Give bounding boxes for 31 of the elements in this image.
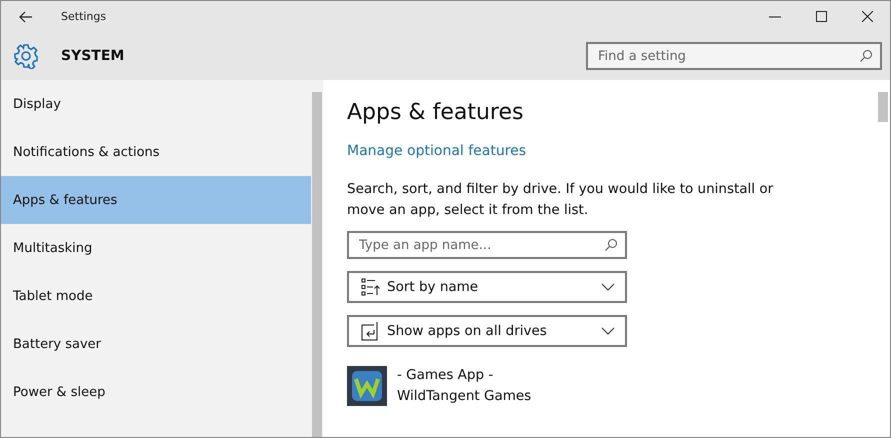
sidebar-item[interactable]: Tablet mode <box>1 272 311 320</box>
description-text: Search, sort, and filter by drive. If you would like to uninstall or move an app, select it from the list. <box>347 180 774 220</box>
manage-features-link[interactable]: Manage optional features <box>347 143 526 159</box>
close-icon <box>862 11 872 22</box>
chevron-down-icon <box>601 283 615 291</box>
sidebar-item[interactable]: Multitasking <box>1 224 311 272</box>
dropdown[interactable]: Show apps on all drives <box>347 315 627 347</box>
sidebar-item[interactable]: Apps & features <box>1 176 311 224</box>
settings-icon <box>13 43 39 69</box>
sidebar-item[interactable]: Display <box>1 80 311 128</box>
search-icon <box>604 238 618 252</box>
sidebar-item[interactable]: Power & sleep <box>1 368 311 416</box>
chevron-down-icon <box>601 327 615 335</box>
settings-search-field[interactable]: Find a setting <box>586 42 882 70</box>
scrollbar-thumb[interactable] <box>312 92 322 437</box>
app-search-field[interactable]: Type an app name... <box>347 231 627 259</box>
sidebar-item[interactable]: Battery saver <box>1 320 311 368</box>
scrollbar-thumb[interactable] <box>878 92 888 122</box>
app-publisher: WildTangent Games <box>397 387 532 406</box>
maximize-icon <box>816 11 826 22</box>
sort-list-icon <box>361 278 381 296</box>
app-icon <box>347 366 387 406</box>
minimize-icon <box>769 16 781 18</box>
dropdown[interactable]: Sort by name <box>347 271 627 303</box>
search-icon <box>859 49 873 63</box>
sidebar-item[interactable]: Notifications & actions <box>1 128 311 176</box>
back-arrow-icon <box>19 10 33 22</box>
page-title: Apps & features <box>347 100 524 125</box>
app-name: - Games App - <box>397 366 494 385</box>
window-title: Settings <box>61 10 108 23</box>
section-title: SYSTEM <box>61 48 126 64</box>
